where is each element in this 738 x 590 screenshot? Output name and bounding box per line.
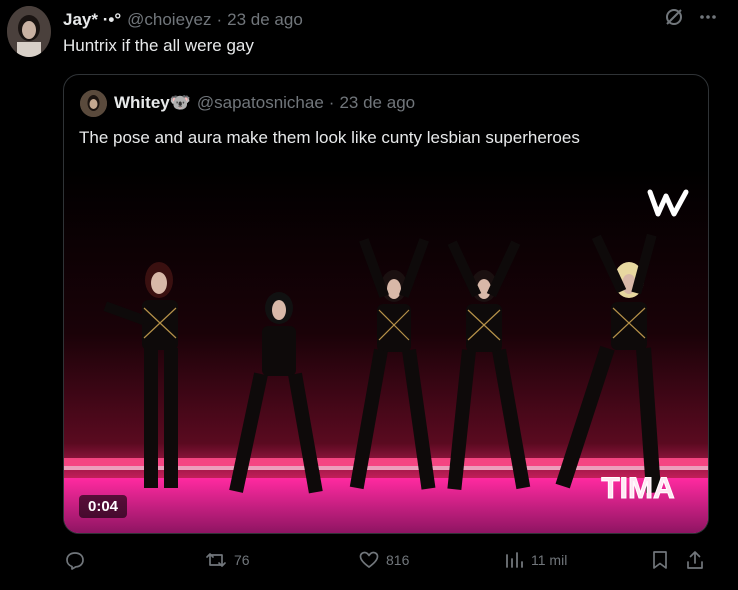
svg-text:TIMA: TIMA [601, 472, 674, 504]
quote-author-name[interactable]: Whitey🐨 [114, 93, 191, 113]
weverse-logo-icon [647, 189, 689, 217]
share-button[interactable] [685, 550, 705, 570]
video-duration-badge: 0:04 [79, 495, 128, 518]
reply-icon [65, 550, 85, 570]
quote-header: Whitey🐨 @sapatosnichae · 23 de ago [114, 93, 415, 113]
more-icon[interactable] [698, 7, 718, 27]
like-button[interactable]: 816 [359, 550, 409, 570]
quote-text: The pose and aura make them look like cu… [79, 128, 580, 147]
repost-button[interactable]: 76 [205, 550, 250, 570]
author-name[interactable]: Jay* ·•° [63, 10, 121, 30]
author-handle[interactable]: @choieyez [127, 10, 211, 30]
tweet-header: Jay* ·•° @choieyez · 23 de ago [63, 9, 718, 31]
quote-author-handle[interactable]: @sapatosnichae [197, 93, 324, 113]
bookmark-button[interactable] [651, 550, 669, 570]
repost-count: 76 [234, 552, 250, 568]
quoted-tweet[interactable]: Whitey🐨 @sapatosnichae · 23 de ago The p… [63, 74, 709, 534]
views-icon [504, 550, 524, 570]
repost-icon [205, 550, 227, 570]
grok-icon[interactable] [664, 7, 684, 27]
heart-icon [359, 550, 379, 570]
quote-author-avatar[interactable] [80, 90, 107, 117]
share-icon [685, 550, 705, 570]
tweet-text: Huntrix if the all were gay [63, 36, 254, 55]
reply-button[interactable] [65, 550, 92, 570]
action-bar: 76 816 11 mil [63, 550, 723, 578]
quote-date[interactable]: 23 de ago [339, 93, 415, 113]
separator-dot: · [216, 10, 223, 29]
tima-logo: TIMA [601, 472, 675, 505]
views-button[interactable]: 11 mil [504, 550, 567, 570]
separator-dot: · [328, 93, 335, 112]
views-count: 11 mil [531, 552, 568, 568]
video-player[interactable]: TIMA 0:04 [64, 168, 708, 533]
author-avatar[interactable] [7, 6, 51, 57]
bookmark-icon [651, 550, 669, 570]
tweet-date[interactable]: 23 de ago [227, 10, 303, 30]
like-count: 816 [386, 552, 410, 568]
